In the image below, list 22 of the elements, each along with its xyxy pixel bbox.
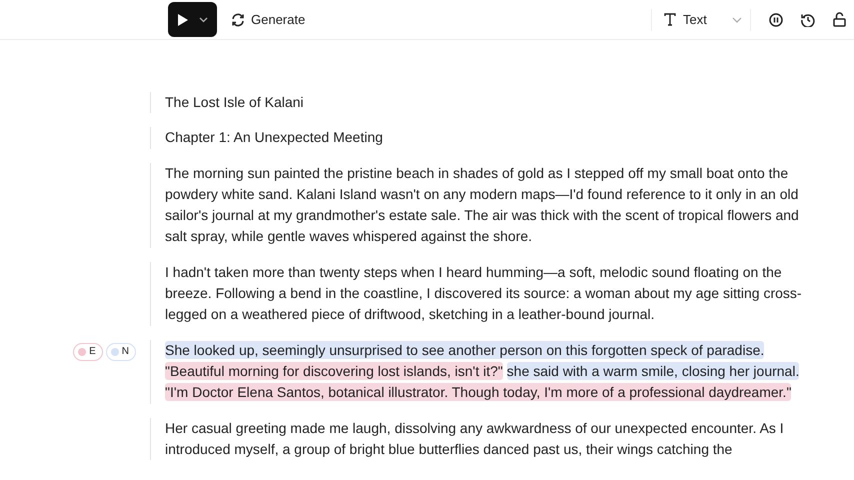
- speaker-tag[interactable]: E: [73, 342, 103, 361]
- paragraph: I hadn't taken more than twenty steps when I heard humming—a soft, melodic sound floating on the breeze. Following a bend in the coastline, I discovered its source: a woman about my age sitting cross-legged on a weathered piece of driftwood, sketching in a leather-bound journal.: [165, 262, 803, 324]
- unlocked-icon: [833, 12, 846, 27]
- mode-dropdown[interactable]: Text: [651, 8, 751, 30]
- pause-icon: [769, 12, 783, 26]
- generate-button[interactable]: Generate: [231, 12, 306, 27]
- paragraph: She looked up, seemingly unsurprised to see another person on this forgotten speck of paradise. "Beautiful morning for discovering lost islands, isn't it?" she said with a warm smile, closing her journal. "I'm Doctor Elena Santos, botanical illustrator. Though today, I'm more of a professional daydreamer.": [165, 340, 800, 404]
- play-icon: [177, 14, 188, 26]
- speaker-tag[interactable]: N: [106, 342, 136, 361]
- paragraph: The Lost Isle of Kalani: [165, 93, 305, 112]
- text-icon: [664, 13, 676, 26]
- paragraph: Her casual greeting made me laugh, dissolving any awkwardness of our unexpected encounter. As I introduced myself, a group of bright blue butterflies danced past us, their wings catching the: [165, 418, 785, 459]
- paragraph: Chapter 1: An Unexpected Meeting: [165, 128, 384, 148]
- chevron-down-icon: [732, 16, 742, 22]
- paragraph: The morning sun painted the pristine beach in shades of gold as I stepped off my small boat onto the powdery white sand. Kalani Island wasn't on any modern maps—I'd found reference to it only in an old sailor's journal at my grandmother's estate sale. The air was thick with the scent of tropical flowers and salt spray, while gentle waves whispered against the shore.: [165, 164, 800, 246]
- history-button[interactable]: [801, 12, 815, 26]
- chevron-down-icon: [198, 16, 208, 22]
- history-icon: [801, 12, 815, 26]
- lock-button[interactable]: [833, 12, 846, 27]
- play-button[interactable]: [168, 2, 217, 37]
- refresh-icon: [231, 12, 245, 26]
- pause-button[interactable]: [769, 12, 783, 26]
